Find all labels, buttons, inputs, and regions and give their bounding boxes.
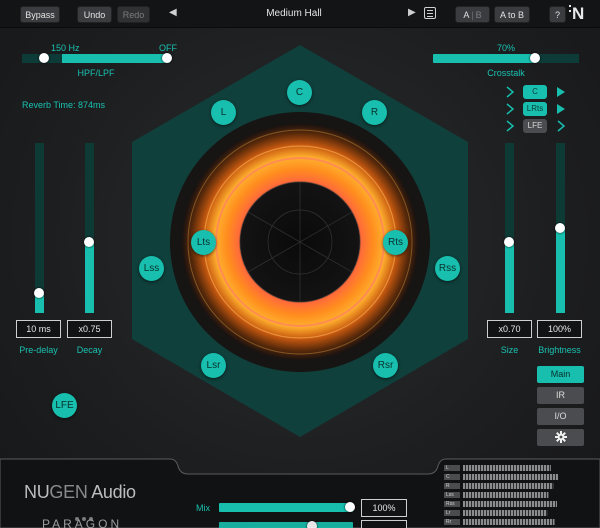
predelay-knob[interactable]: [34, 287, 44, 298]
speaker-lts[interactable]: Lts: [191, 230, 216, 255]
hpf-lpf-label: HPF/LPF: [77, 68, 115, 78]
channel-lrts-toggle[interactable]: LRts: [523, 102, 547, 116]
secondary-slider[interactable]: [219, 521, 353, 528]
brightness-fill: [556, 228, 565, 313]
glow-ring-line-1: [187, 129, 413, 355]
reverb-time-readout: Reverb Time: 874ms: [22, 100, 106, 110]
radial-grid: [239, 181, 361, 303]
speaker-rsr[interactable]: Rsr: [373, 353, 398, 378]
chevron-right-icon[interactable]: [556, 103, 566, 115]
previous-preset-icon[interactable]: ◀: [169, 7, 177, 18]
speaker-rss[interactable]: Rss: [435, 256, 460, 281]
size-slider[interactable]: [504, 143, 514, 313]
decay-fill: [85, 241, 94, 313]
speaker-lfe[interactable]: LFE: [52, 393, 77, 418]
ab-separator: |: [471, 10, 474, 20]
meter-label: R: [444, 483, 460, 489]
brand-audio: Audio: [87, 482, 136, 502]
ab-b-label: B: [475, 10, 482, 20]
chevron-right-icon[interactable]: [505, 103, 515, 115]
decay-value[interactable]: x0.75: [67, 320, 112, 338]
decay-knob[interactable]: [84, 236, 94, 247]
product-name: PARAGON: [42, 517, 123, 528]
redo-button[interactable]: Redo: [117, 6, 150, 23]
nugen-audio-brand: NUGEN Audio: [24, 482, 136, 503]
a-to-b-button[interactable]: A to B: [494, 6, 530, 23]
size-knob[interactable]: [504, 236, 514, 247]
lpf-value: OFF: [159, 43, 177, 53]
brightness-value[interactable]: 100%: [537, 320, 582, 338]
size-fill: [505, 241, 514, 313]
next-preset-icon[interactable]: ▶: [408, 7, 416, 18]
brand-nu: NU: [24, 482, 50, 502]
brightness-knob[interactable]: [555, 223, 565, 233]
inner-core: [240, 182, 360, 302]
chevron-right-icon[interactable]: [556, 120, 566, 132]
chevron-right-icon[interactable]: [556, 86, 566, 98]
brand-gen: GEN: [49, 482, 88, 502]
meter-label: Rr: [444, 519, 460, 525]
help-button[interactable]: ?: [549, 6, 566, 23]
meter-label: C: [444, 474, 460, 480]
glow-ring-line-2: [203, 145, 397, 339]
paragon-plugin-window: Bypass Undo Redo ◀ Medium Hall ▶ A | B A t…: [0, 0, 600, 528]
preset-list-icon[interactable]: [424, 7, 436, 19]
speaker-l[interactable]: L: [211, 100, 236, 125]
mix-slider[interactable]: [219, 502, 355, 512]
top-toolbar: Bypass Undo Redo ◀ Medium Hall ▶ A | B A t…: [0, 0, 600, 28]
io-tab-button[interactable]: I/O: [537, 408, 584, 425]
size-value[interactable]: x0.70: [487, 320, 532, 338]
predelay-slider[interactable]: [34, 143, 44, 313]
ab-compare-toggle[interactable]: A | B: [455, 6, 490, 23]
speaker-r[interactable]: R: [362, 100, 387, 125]
crosstalk-value: 70%: [496, 43, 515, 53]
speaker-lsr[interactable]: Lsr: [201, 353, 226, 378]
brightness-slider[interactable]: [555, 143, 565, 313]
crosstalk-label: Crosstalk: [487, 68, 525, 78]
speaker-lss[interactable]: Lss: [139, 256, 164, 281]
gear-icon: [554, 431, 567, 443]
secondary-value[interactable]: [361, 520, 407, 528]
chevron-right-icon[interactable]: [505, 86, 515, 98]
decay-slider[interactable]: [84, 143, 94, 313]
crosstalk-slider[interactable]: [433, 53, 579, 63]
meter-label: Rss: [444, 501, 460, 507]
predelay-value[interactable]: 10 ms: [16, 320, 61, 338]
decay-label: Decay: [76, 345, 103, 355]
predelay-label: Pre-delay: [19, 345, 58, 355]
main-tab-button[interactable]: Main: [537, 366, 584, 383]
preset-name[interactable]: Medium Hall: [190, 8, 398, 19]
meter-label: L: [444, 465, 460, 471]
meter-label: Lss: [444, 492, 460, 498]
settings-button[interactable]: [537, 429, 584, 446]
mix-value[interactable]: 100%: [361, 499, 407, 517]
mix-knob[interactable]: [345, 502, 355, 512]
hpf-value: 150 Hz: [51, 43, 80, 53]
crosstalk-track: [535, 54, 579, 63]
meter-label: Lr: [444, 510, 460, 516]
lpf-knob[interactable]: [162, 53, 172, 63]
size-label: Size: [500, 345, 519, 355]
mix-label: Mix: [196, 503, 210, 513]
secondary-knob[interactable]: [307, 521, 317, 528]
speaker-c[interactable]: C: [287, 80, 312, 105]
ir-tab-button[interactable]: IR: [537, 387, 584, 404]
bypass-button[interactable]: Bypass: [20, 6, 60, 23]
glow-ring-line-3: [215, 157, 385, 327]
chevron-right-icon[interactable]: [505, 120, 515, 132]
channel-c-toggle[interactable]: C: [523, 85, 547, 99]
channel-lfe-toggle[interactable]: LFE: [523, 119, 547, 133]
undo-button[interactable]: Undo: [77, 6, 112, 23]
ab-a-label: A: [463, 10, 470, 20]
brightness-label: Brightness: [538, 345, 581, 355]
speaker-rts[interactable]: Rts: [383, 230, 408, 255]
nugen-logo: N: [572, 4, 585, 23]
hpf-lpf-slider[interactable]: [22, 53, 172, 63]
